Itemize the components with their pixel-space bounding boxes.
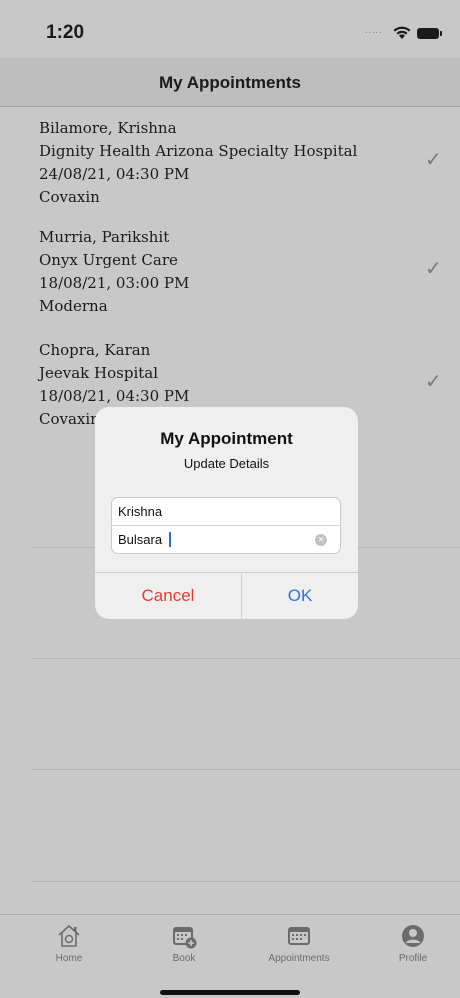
update-details-dialog: My Appointment Update Details ✕ Cancel O… [95,407,358,619]
appointment-row[interactable]: Murria, Parikshit Onyx Urgent Care 18/08… [39,226,442,318]
appointment-datetime: 24/08/21, 04:30 PM [39,165,190,183]
ok-button[interactable]: OK [242,573,358,619]
battery-icon [417,28,442,39]
home-icon [58,924,80,947]
navigation-bar: My Appointments [0,58,460,107]
patient-name: Chopra, Karan [39,341,151,359]
tab-label: Profile [398,953,428,964]
status-bar: 1:20 ..... [0,0,460,58]
dialog-message: Update Details [183,456,270,471]
vaccine-name: Covaxin [39,188,100,206]
first-name-field[interactable] [111,497,341,526]
clear-text-icon[interactable]: ✕ [315,534,327,546]
facility-name: Dignity Health Arizona Specialty Hospita… [39,142,358,160]
tab-book[interactable]: Book [139,923,229,964]
calendar-icon [288,927,310,945]
last-name-field[interactable] [111,525,341,554]
row-divider [32,658,460,659]
page-title: My Appointments [159,73,301,92]
signal-icon: ..... [365,25,383,35]
appointment-row[interactable]: Bilamore, Krishna Dignity Health Arizona… [39,117,442,209]
appointment-datetime: 18/08/21, 04:30 PM [39,387,190,405]
tab-label: Book [172,953,196,964]
appointment-datetime: 18/08/21, 03:00 PM [39,274,190,292]
row-divider [32,769,460,770]
home-indicator[interactable] [160,990,300,995]
status-time: 1:20 [46,22,85,43]
patient-name: Murria, Parikshit [39,228,170,246]
wifi-icon [393,26,411,39]
checkmark-icon: ✓ [425,369,442,393]
facility-name: Onyx Urgent Care [39,251,178,269]
patient-name: Bilamore, Krishna [39,119,177,137]
calendar-add-icon [173,927,197,949]
tab-bar: Home Book Appointments Profile [0,914,460,998]
tab-profile[interactable]: Profile [368,923,458,964]
dialog-title: My Appointment [160,429,293,448]
checkmark-icon: ✓ [425,147,442,171]
tab-label: Home [55,953,83,964]
row-divider [32,881,460,882]
profile-icon [402,925,424,947]
tab-home[interactable]: Home [24,923,114,964]
cancel-button[interactable]: Cancel [95,573,241,619]
facility-name: Jeevak Hospital [39,364,159,382]
text-cursor [169,532,171,547]
vaccine-name: Moderna [39,297,108,315]
checkmark-icon: ✓ [425,256,442,280]
tab-appointments[interactable]: Appointments [254,923,344,964]
tab-label: Appointments [268,953,330,964]
